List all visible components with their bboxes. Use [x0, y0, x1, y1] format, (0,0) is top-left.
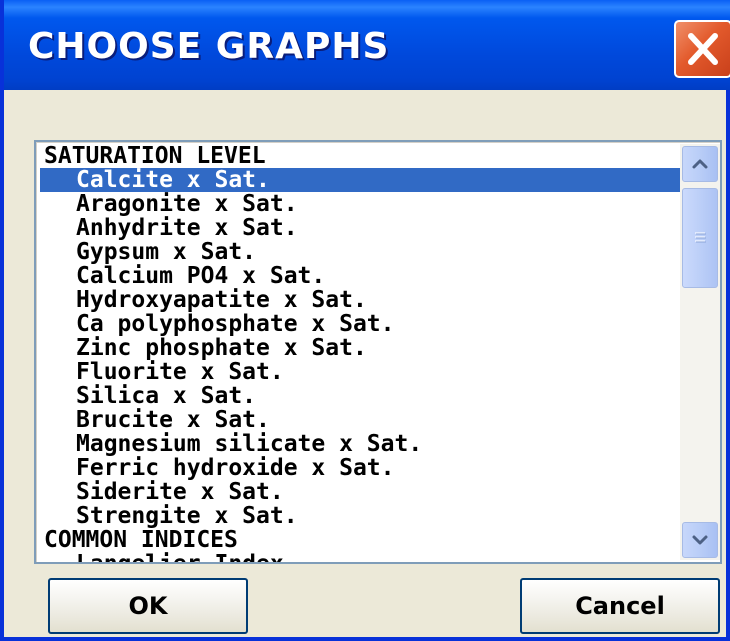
- dialog-title: CHOOSE GRAPHS: [28, 26, 390, 67]
- list-item[interactable]: Calcite x Sat.: [40, 168, 680, 192]
- list-item[interactable]: Strengite x Sat.: [40, 504, 680, 528]
- ok-button[interactable]: OK: [48, 578, 248, 634]
- list-item[interactable]: Ferric hydroxide x Sat.: [40, 456, 680, 480]
- chevron-up-icon: [692, 159, 708, 169]
- list-item[interactable]: Fluorite x Sat.: [40, 360, 680, 384]
- list-group-header[interactable]: COMMON INDICES: [40, 528, 680, 552]
- list-item[interactable]: Brucite x Sat.: [40, 408, 680, 432]
- close-button[interactable]: [674, 20, 730, 78]
- close-icon: [688, 33, 718, 65]
- graphs-listbox[interactable]: SATURATION LEVEL Calcite x Sat. Aragonite …: [34, 140, 722, 564]
- list-item[interactable]: Hydroxyapatite x Sat.: [40, 288, 680, 312]
- list-item[interactable]: Gypsum x Sat.: [40, 240, 680, 264]
- list-item[interactable]: Langelier Index: [40, 552, 680, 562]
- vertical-scrollbar[interactable]: [680, 144, 720, 560]
- graphs-list: SATURATION LEVEL Calcite x Sat. Aragonite …: [40, 144, 680, 562]
- grip-icon: [695, 232, 706, 243]
- list-item[interactable]: Ca polyphosphate x Sat.: [40, 312, 680, 336]
- list-item[interactable]: Calcium PO4 x Sat.: [40, 264, 680, 288]
- list-item[interactable]: Siderite x Sat.: [40, 480, 680, 504]
- chevron-down-icon: [692, 535, 708, 545]
- title-bar[interactable]: CHOOSE GRAPHS: [4, 0, 730, 90]
- choose-graphs-dialog: CHOOSE GRAPHS SATURATION LEVEL Calcite x …: [0, 0, 730, 641]
- list-item[interactable]: Silica x Sat.: [40, 384, 680, 408]
- list-item[interactable]: Zinc phosphate x Sat.: [40, 336, 680, 360]
- scroll-down-button[interactable]: [682, 522, 718, 558]
- scroll-thumb[interactable]: [682, 188, 718, 288]
- scroll-up-button[interactable]: [682, 146, 718, 182]
- list-item[interactable]: Anhydrite x Sat.: [40, 216, 680, 240]
- list-group-header[interactable]: SATURATION LEVEL: [40, 144, 680, 168]
- list-item[interactable]: Aragonite x Sat.: [40, 192, 680, 216]
- cancel-button[interactable]: Cancel: [520, 578, 720, 634]
- list-item[interactable]: Magnesium silicate x Sat.: [40, 432, 680, 456]
